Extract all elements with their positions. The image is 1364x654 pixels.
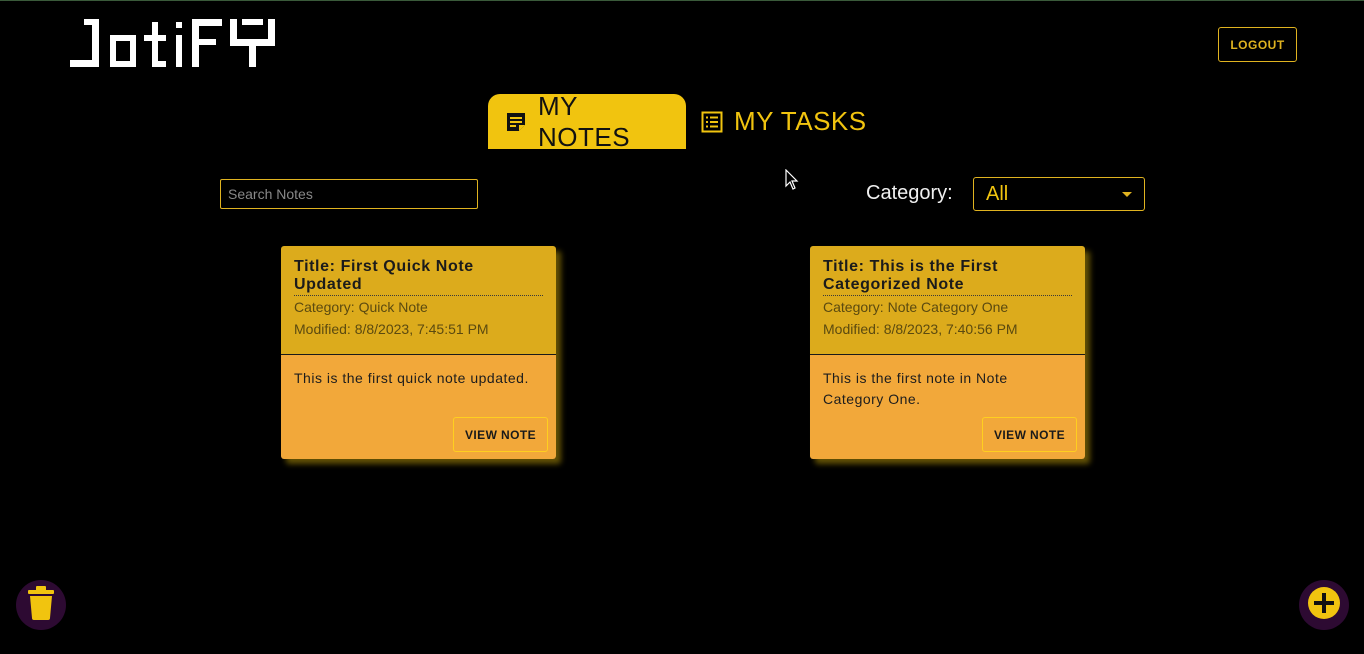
list-icon	[700, 110, 724, 134]
category-select[interactable]: All	[973, 177, 1145, 211]
sticky-note-icon	[504, 110, 528, 134]
note-card-body: This is the first note in Note Category …	[810, 355, 1085, 459]
app-logo: JotiFY	[70, 19, 298, 69]
caret-down-icon	[1122, 192, 1132, 197]
note-card-header: Title: This is the First Categorized Not…	[810, 246, 1085, 355]
category-label: Category:	[866, 182, 953, 204]
tab-my-notes[interactable]: MY NOTES	[488, 91, 686, 152]
note-title: Title: First Quick Note Updated	[294, 258, 543, 296]
mouse-pointer-icon	[785, 168, 799, 196]
note-card-body: This is the first quick note updated. VI…	[281, 355, 556, 459]
note-card-header: Title: First Quick Note Updated Category…	[281, 246, 556, 355]
search-input[interactable]	[220, 179, 478, 209]
note-card: Title: This is the First Categorized Not…	[810, 246, 1085, 459]
note-category: Category: Quick Note	[294, 299, 428, 315]
note-modified: Modified: 8/8/2023, 7:40:56 PM	[823, 321, 1018, 337]
view-note-button[interactable]: VIEW NOTE	[982, 417, 1077, 452]
logo-graphic	[70, 19, 275, 67]
category-selected-value: All	[986, 182, 1009, 205]
logo-text: JotiFY	[70, 69, 71, 70]
tab-bar: MY NOTES MY TASKS	[488, 91, 883, 152]
note-modified: Modified: 8/8/2023, 7:45:51 PM	[294, 321, 489, 337]
note-title: Title: This is the First Categorized Not…	[823, 258, 1072, 296]
note-category: Category: Note Category One	[823, 299, 1009, 315]
add-note-fab-button[interactable]	[1299, 580, 1349, 630]
note-body: This is the first quick note updated.	[294, 370, 529, 386]
tab-label: MY NOTES	[538, 90, 631, 152]
note-body: This is the first note in Note Category …	[823, 370, 1008, 407]
logout-button[interactable]: LOGOUT	[1218, 27, 1297, 62]
tab-label: MY TASKS	[734, 106, 867, 136]
delete-fab-button[interactable]	[16, 580, 66, 630]
view-note-button[interactable]: VIEW NOTE	[453, 417, 548, 452]
plus-circle-icon	[1307, 586, 1341, 625]
tab-my-tasks[interactable]: MY TASKS	[686, 94, 883, 149]
note-card: Title: First Quick Note Updated Category…	[281, 246, 556, 459]
trash-icon	[27, 585, 55, 625]
